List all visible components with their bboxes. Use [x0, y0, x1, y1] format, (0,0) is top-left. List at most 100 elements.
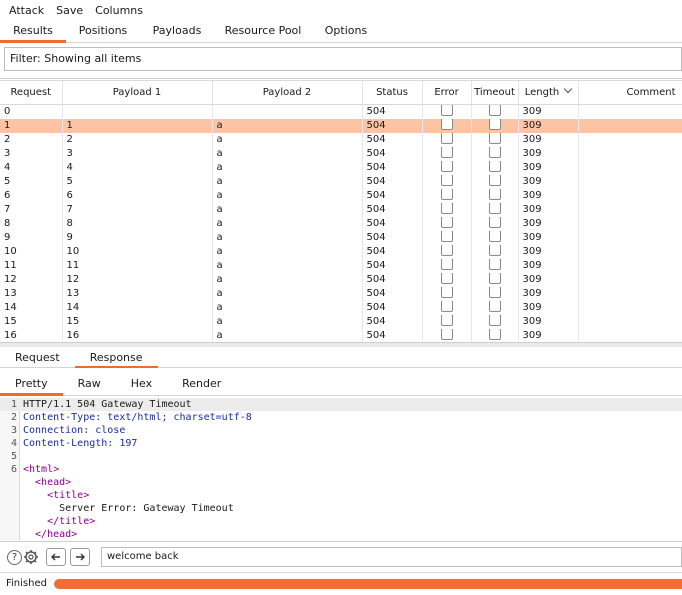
cell-timeout — [471, 300, 519, 315]
error-checkbox[interactable] — [440, 244, 453, 256]
header-request[interactable]: Request — [0, 81, 63, 105]
help-icon[interactable]: ? — [7, 550, 22, 565]
timeout-checkbox[interactable] — [488, 258, 501, 270]
cell-status: 504 — [362, 328, 423, 342]
error-checkbox[interactable] — [440, 202, 453, 214]
cell-error — [422, 104, 472, 119]
tab-hex[interactable]: Hex — [116, 374, 167, 395]
cell-error — [422, 160, 472, 175]
header-payload-1[interactable]: Payload 1 — [62, 81, 213, 105]
error-checkbox[interactable] — [440, 300, 453, 312]
error-checkbox[interactable] — [440, 118, 453, 130]
error-checkbox[interactable] — [440, 286, 453, 298]
table-row[interactable]: 13 13 a 504 309 — [0, 286, 682, 301]
table-row[interactable]: 7 7 a 504 309 — [0, 202, 682, 217]
cell-status: 504 — [362, 132, 423, 147]
tab-pretty[interactable]: Pretty — [0, 374, 63, 396]
cell-payload-1: 5 — [62, 174, 213, 189]
table-row[interactable]: 14 14 a 504 309 — [0, 300, 682, 315]
tab-render[interactable]: Render — [167, 374, 236, 395]
timeout-checkbox[interactable] — [488, 174, 501, 186]
tab-request[interactable]: Request — [0, 348, 75, 367]
table-row[interactable]: 2 2 a 504 309 — [0, 132, 682, 147]
main-tabs: Results Positions Payloads Resource Pool… — [0, 21, 682, 43]
table-row[interactable]: 11 11 a 504 309 — [0, 258, 682, 273]
cell-payload-1 — [62, 104, 213, 119]
error-checkbox[interactable] — [440, 160, 453, 172]
timeout-checkbox[interactable] — [488, 160, 501, 172]
error-checkbox[interactable] — [440, 104, 453, 116]
settings-icon[interactable] — [22, 548, 40, 566]
error-checkbox[interactable] — [440, 174, 453, 186]
timeout-checkbox[interactable] — [488, 216, 501, 228]
timeout-checkbox[interactable] — [488, 146, 501, 158]
cell-comment — [578, 328, 682, 342]
bottom-toolbar: ? welcome back — [0, 541, 682, 571]
table-row[interactable]: 8 8 a 504 309 — [0, 216, 682, 231]
table-row[interactable]: 10 10 a 504 309 — [0, 244, 682, 259]
cell-timeout — [471, 286, 519, 301]
error-checkbox[interactable] — [440, 258, 453, 270]
menu-columns[interactable]: Columns — [89, 4, 149, 17]
tab-options[interactable]: Options — [312, 21, 380, 42]
error-checkbox[interactable] — [440, 132, 453, 144]
timeout-checkbox[interactable] — [488, 272, 501, 284]
error-checkbox[interactable] — [440, 216, 453, 228]
table-row[interactable]: 5 5 a 504 309 — [0, 174, 682, 189]
header-error[interactable]: Error — [422, 81, 472, 105]
timeout-checkbox[interactable] — [488, 188, 501, 200]
timeout-checkbox[interactable] — [488, 118, 501, 130]
error-checkbox[interactable] — [440, 230, 453, 242]
tab-response[interactable]: Response — [74, 348, 158, 368]
header-timeout[interactable]: Timeout — [471, 81, 519, 105]
arrow-right-icon[interactable] — [70, 548, 90, 566]
table-row[interactable]: 6 6 a 504 309 — [0, 188, 682, 203]
table-row[interactable]: 3 3 a 504 309 — [0, 146, 682, 161]
header-comment[interactable]: Comment — [578, 81, 682, 105]
cell-error — [422, 258, 472, 273]
cell-error — [422, 314, 472, 329]
error-checkbox[interactable] — [440, 188, 453, 200]
tab-positions[interactable]: Positions — [66, 21, 140, 42]
error-checkbox[interactable] — [440, 314, 453, 326]
timeout-checkbox[interactable] — [488, 202, 501, 214]
cell-error — [422, 188, 472, 203]
tab-resource-pool[interactable]: Resource Pool — [214, 21, 312, 42]
tab-raw[interactable]: Raw — [63, 374, 116, 395]
table-row[interactable]: 0 504 309 — [0, 104, 682, 119]
error-checkbox[interactable] — [440, 272, 453, 284]
menu-save[interactable]: Save — [50, 4, 89, 17]
tab-results[interactable]: Results — [0, 21, 66, 43]
menu-attack[interactable]: Attack — [3, 4, 50, 17]
table-row[interactable]: 1 1 a 504 309 — [0, 118, 682, 133]
cell-length: 309 — [518, 104, 579, 119]
timeout-checkbox[interactable] — [488, 132, 501, 144]
timeout-checkbox[interactable] — [488, 300, 501, 312]
table-row[interactable]: 12 12 a 504 309 — [0, 272, 682, 287]
search-input[interactable]: welcome back — [101, 547, 682, 567]
error-checkbox[interactable] — [440, 146, 453, 158]
table-row[interactable]: 15 15 a 504 309 — [0, 314, 682, 329]
code-text: <head> — [23, 477, 72, 488]
arrow-left-icon[interactable] — [46, 548, 66, 566]
table-row[interactable]: 16 16 a 504 309 — [0, 328, 682, 342]
timeout-checkbox[interactable] — [488, 104, 501, 116]
error-checkbox[interactable] — [440, 328, 453, 340]
timeout-checkbox[interactable] — [488, 314, 501, 326]
header-payload-2[interactable]: Payload 2 — [212, 81, 363, 105]
response-editor[interactable]: 1 HTTP/1.1 504 Gateway Timeout 2 Content-Ty… — [0, 397, 682, 540]
tab-payloads[interactable]: Payloads — [140, 21, 214, 42]
cell-timeout — [471, 202, 519, 217]
header-status[interactable]: Status — [362, 81, 423, 105]
table-row[interactable]: 4 4 a 504 309 — [0, 160, 682, 175]
menu-bar: Attack Save Columns — [0, 0, 682, 21]
pane-divider[interactable] — [0, 342, 682, 347]
timeout-checkbox[interactable] — [488, 244, 501, 256]
timeout-checkbox[interactable] — [488, 286, 501, 298]
timeout-checkbox[interactable] — [488, 230, 501, 242]
cell-length: 309 — [518, 244, 579, 259]
timeout-checkbox[interactable] — [488, 328, 501, 340]
filter-field[interactable]: Filter: Showing all items — [4, 47, 682, 71]
table-row[interactable]: 9 9 a 504 309 — [0, 230, 682, 245]
header-length[interactable]: Length — [518, 81, 579, 105]
